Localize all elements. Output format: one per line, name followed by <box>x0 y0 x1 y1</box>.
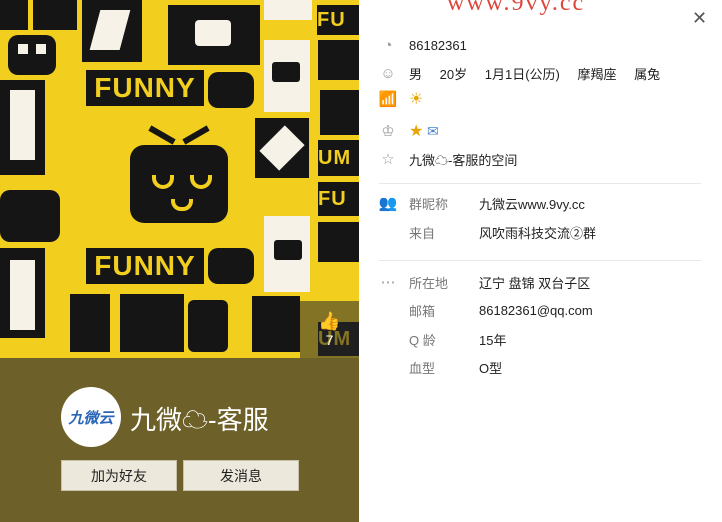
zodiac: 属兔 <box>634 66 661 82</box>
email-row: 邮箱 86182361@qq.com <box>359 299 722 321</box>
email-label: 邮箱 <box>409 303 436 319</box>
qq-number-row: ◔ 86182361 <box>359 34 722 56</box>
location-row: ⋯ 所在地 辽宁 盘锦 双台子区 <box>359 271 722 293</box>
group-icon: 👥 <box>378 195 398 212</box>
qage-label: Q 龄 <box>409 332 436 348</box>
location-value: 辽宁 盘锦 双台子区 <box>479 275 591 291</box>
group-from-row: 来自 风吹雨科技交流②群 <box>359 221 722 243</box>
birthday: 1月1日(公历) <box>484 66 560 82</box>
group-nick-value: 九微云www.9vy.cc <box>479 196 585 212</box>
close-icon[interactable]: ✕ <box>692 8 707 29</box>
profile-left-panel: FU FUNNY FUNNY UM FU UM <box>0 0 359 522</box>
space-row: ☆ 九微☁-客服的空间 <box>359 148 722 170</box>
cover-word: UM <box>318 146 352 169</box>
more-icon: ⋯ <box>380 274 396 291</box>
add-friend-button[interactable]: 加为好友 <box>61 460 177 491</box>
profile-info-panel: www.9vy.cc ✕ ◔ 86182361 ☺ 男 20岁 1月1日(公历)… <box>359 0 722 522</box>
cover-word: FU <box>317 8 346 31</box>
qage-row: Q 龄 15年 <box>359 328 722 350</box>
basic-info-row: ☺ 男 20岁 1月1日(公历) 摩羯座 属兔 <box>359 62 722 84</box>
group-nick-label: 群昵称 <box>409 196 449 212</box>
level-chart-icon: 📶 <box>378 91 398 108</box>
blood-value: O型 <box>479 360 503 376</box>
crown-icon: ♔ <box>381 123 395 140</box>
like-button[interactable]: 👍 7 <box>300 301 359 358</box>
star-badge-icon[interactable]: ★ <box>409 123 423 140</box>
avatar[interactable]: 九微云 <box>61 387 121 447</box>
divider <box>379 260 701 261</box>
group-from-label: 来自 <box>409 225 436 241</box>
level-row: 📶 ☀ <box>359 88 722 110</box>
send-message-button[interactable]: 发消息 <box>183 460 299 491</box>
thumbs-up-icon: 👍 <box>318 311 341 332</box>
blood-label: 血型 <box>409 360 436 376</box>
cover-word: FUNNY <box>94 250 196 281</box>
space-link[interactable]: 九微☁-客服的空间 <box>409 150 517 169</box>
cover-image[interactable]: FU FUNNY FUNNY UM FU UM <box>0 0 359 358</box>
qage-value: 15年 <box>479 332 507 348</box>
star-outline-icon: ☆ <box>381 151 395 168</box>
qq-number[interactable]: 86182361 <box>409 38 467 53</box>
avatar-logo: 九微云 <box>68 409 114 427</box>
blood-row: 血型 O型 <box>359 356 722 378</box>
cover-word: FU <box>318 187 347 210</box>
constellation: 摩羯座 <box>577 66 617 82</box>
person-icon: ☺ <box>380 64 396 82</box>
sun-level-icon[interactable]: ☀ <box>409 89 423 109</box>
like-count: 7 <box>325 332 334 348</box>
privilege-row: ♔ ★ ✉ <box>359 120 722 142</box>
group-nick-row: 👥 群昵称 九微云www.9vy.cc <box>359 192 722 214</box>
tv-mascot <box>130 145 228 223</box>
email-value[interactable]: 86182361@qq.com <box>479 303 593 318</box>
age: 20岁 <box>439 66 468 82</box>
watermark-url: www.9vy.cc <box>447 0 586 16</box>
qq-penguin-icon: ◔ <box>383 36 393 54</box>
divider <box>379 183 701 184</box>
group-from-value[interactable]: 风吹雨科技交流②群 <box>479 223 596 242</box>
gender: 男 <box>409 66 423 82</box>
mail-badge-icon[interactable]: ✉ <box>427 123 439 139</box>
profile-nickname: 九微☁-客服 <box>130 405 269 435</box>
location-label: 所在地 <box>409 275 449 291</box>
cover-word: FUNNY <box>94 72 196 103</box>
